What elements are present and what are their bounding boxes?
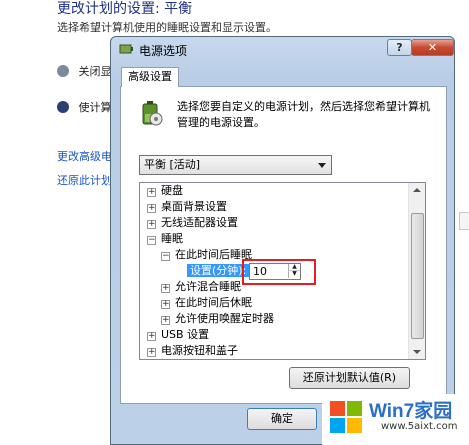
tree-item-desktop-background[interactable]: + 桌面背景设置 <box>147 199 227 215</box>
tree-item-wireless-adapter[interactable]: + 无线适配器设置 <box>147 215 238 231</box>
tree-item-usb-settings[interactable]: + USB 设置 <box>147 327 209 343</box>
expand-icon[interactable]: + <box>147 348 156 357</box>
page-description: 选择希望计算机使用的睡眠设置和显示设置。 <box>57 21 277 34</box>
chevron-down-icon <box>318 163 326 168</box>
watermark-brand: Win7家园 <box>369 401 453 422</box>
dialog-title: 电源选项 <box>139 44 188 58</box>
expand-icon[interactable]: + <box>147 188 156 197</box>
windows-flag-icon <box>328 399 364 435</box>
power-plan-dropdown[interactable]: 平衡 [活动] <box>139 155 332 175</box>
expand-icon[interactable]: + <box>161 300 170 309</box>
scroll-thumb[interactable] <box>411 213 424 339</box>
expand-icon[interactable]: + <box>147 204 156 213</box>
watermark-url: www.5aixt.com <box>381 421 458 432</box>
tree-item-wake-timers[interactable]: + 允许使用唤醒定时器 <box>161 311 274 327</box>
background-scrollbar[interactable] <box>459 212 469 230</box>
tree-item-sleep-after[interactable]: − 在此时间后睡眠 <box>161 247 252 263</box>
clock-icon <box>57 65 69 77</box>
scroll-down-icon[interactable] <box>413 350 421 354</box>
power-options-icon <box>119 43 133 55</box>
collapse-icon[interactable]: − <box>147 236 156 245</box>
tree-item-sleep[interactable]: − 睡眠 <box>147 231 183 247</box>
page-title: 更改计划的设置: 平衡 <box>57 1 193 17</box>
tree-item-hard-disk[interactable]: + 硬盘 <box>147 183 183 199</box>
tree-item-hibernate-after[interactable]: + 在此时间后休眠 <box>161 295 252 311</box>
tab-advanced-settings[interactable]: 高级设置 <box>121 67 179 87</box>
ok-button[interactable]: 确定 <box>247 408 317 430</box>
setting-minutes-label: 设置(分钟): <box>187 264 250 277</box>
close-button[interactable]: ✕ <box>411 39 454 56</box>
moon-icon <box>57 101 69 113</box>
site-watermark: Win7家园 www.5aixt.com <box>322 394 469 445</box>
restore-plan-defaults-button[interactable]: 还原计划默认值(R) <box>289 367 410 389</box>
expand-icon[interactable]: + <box>147 332 156 341</box>
dialog-intro-text: 选择您要自定义的电源计划，然后选择您希望计算机管理的电源设置。 <box>177 100 430 129</box>
tree-scrollbar[interactable] <box>408 183 425 359</box>
help-button[interactable]: ? <box>387 39 412 56</box>
tree-item-setting-minutes[interactable]: 设置(分钟): <box>187 263 250 279</box>
highlight-annotation-box <box>242 259 316 285</box>
power-options-dialog: 电源选项 ? ✕ 高级设置 选择您要自定义的电源计划，然后选择您希望计算机管理的… <box>110 36 455 445</box>
expand-icon[interactable]: + <box>161 284 170 293</box>
tree-item-power-buttons[interactable]: + 电源按钮和盖子 <box>147 343 238 359</box>
scroll-up-icon[interactable] <box>413 188 421 192</box>
tree-item-hybrid-sleep[interactable]: + 允许混合睡眠 <box>161 279 241 295</box>
collapse-icon[interactable]: − <box>161 252 170 261</box>
power-plan-selected: 平衡 [活动] <box>144 158 201 171</box>
expand-icon[interactable]: + <box>161 316 170 325</box>
dialog-titlebar[interactable]: 电源选项 ? ✕ <box>111 37 454 61</box>
battery-icon <box>137 100 165 128</box>
expand-icon[interactable]: + <box>147 220 156 229</box>
